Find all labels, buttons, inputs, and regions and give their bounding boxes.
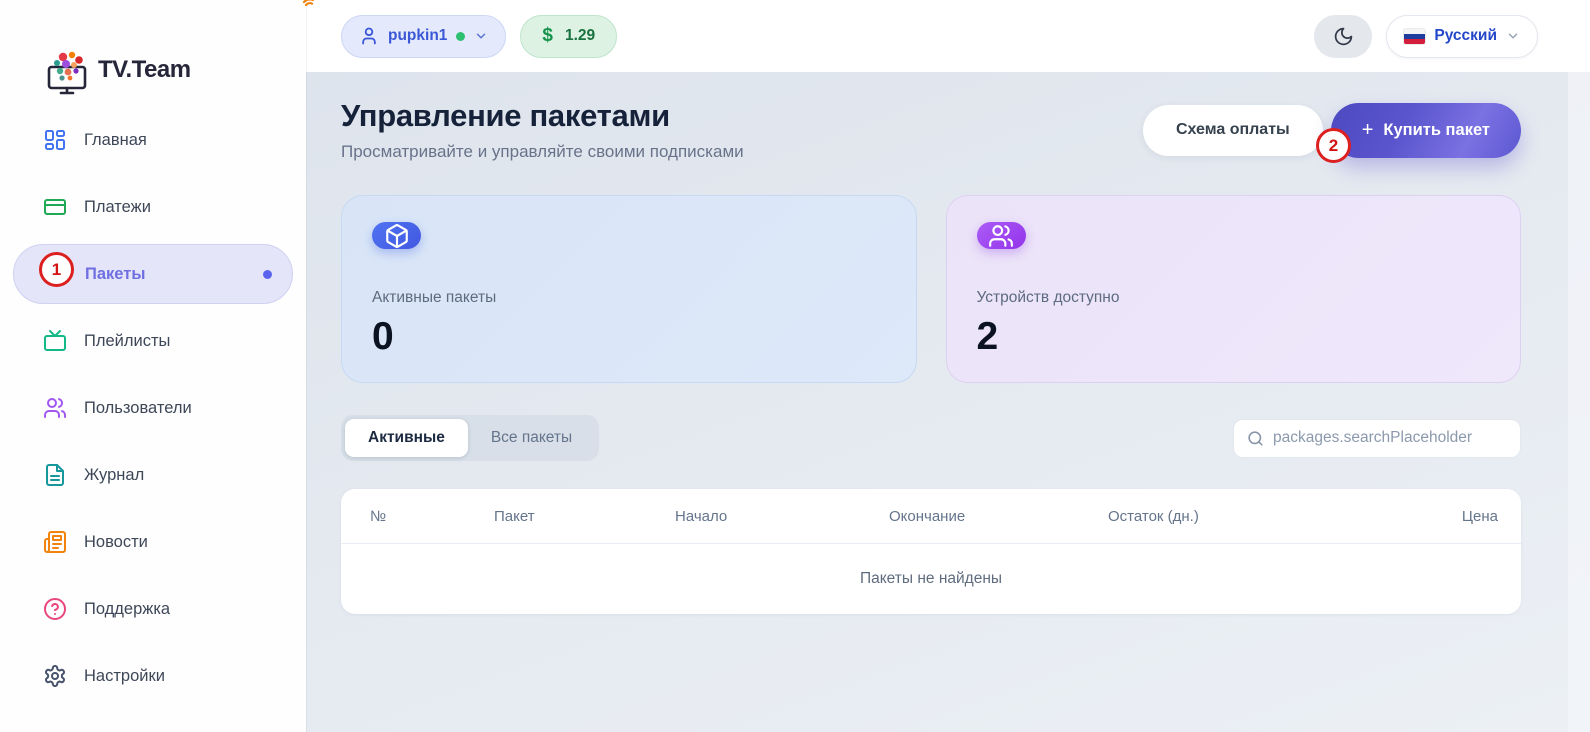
package-search <box>1233 419 1521 458</box>
packages-table: № Пакет Начало Окончание Остаток (дн.) Ц… <box>341 489 1521 614</box>
language-selector[interactable]: Русский <box>1386 15 1538 58</box>
plus-icon: + <box>1362 120 1374 140</box>
stat-value: 2 <box>977 317 1491 356</box>
flag-russia-icon <box>1404 29 1425 44</box>
online-status-dot <box>456 32 465 41</box>
active-indicator-dot <box>263 270 272 279</box>
sidebar-item-label: Платежи <box>84 198 151 217</box>
balance-value: 1.29 <box>565 27 595 45</box>
sidebar-item-label: Настройки <box>84 667 165 686</box>
page-subtitle: Просматривайте и управляйте своими подпи… <box>341 142 744 162</box>
brand-name: TV.Team <box>98 58 191 96</box>
stat-icon-tile <box>977 222 1026 249</box>
buy-package-button[interactable]: + Купить пакет <box>1331 103 1521 158</box>
username: pupkin1 <box>388 27 447 45</box>
stat-icon-tile <box>372 222 421 249</box>
newspaper-icon <box>43 530 67 554</box>
column-header-number: № <box>370 508 494 525</box>
tv-team-logo-icon <box>46 50 96 96</box>
credit-card-icon <box>43 195 67 219</box>
sidebar-item-label: Поддержка <box>84 600 170 619</box>
dashboard-icon <box>43 128 67 152</box>
sidebar-item-support[interactable]: Поддержка <box>13 579 293 639</box>
main-area: pupkin1 $ 1.29 Русский Управление пак <box>306 0 1590 732</box>
sidebar-item-label: Журнал <box>84 466 144 485</box>
sidebar: TV.Team Главная Платежи Пакеты Плейлисты <box>0 0 306 732</box>
table-header-row: № Пакет Начало Окончание Остаток (дн.) Ц… <box>341 489 1521 544</box>
sidebar-item-settings[interactable]: Настройки <box>13 646 293 706</box>
search-input[interactable] <box>1273 429 1507 447</box>
balance-badge[interactable]: $ 1.29 <box>520 15 617 58</box>
sidebar-item-playlists[interactable]: Плейлисты <box>13 311 293 371</box>
stat-label: Активные пакеты <box>372 289 886 307</box>
stat-label: Устройств доступно <box>977 289 1491 307</box>
empty-state-message: Пакеты не найдены <box>341 544 1521 614</box>
stat-cards: Активные пакеты 0 Устройств доступно 2 <box>341 195 1521 383</box>
help-circle-icon <box>43 597 67 621</box>
sidebar-item-payments[interactable]: Платежи <box>13 177 293 237</box>
sidebar-item-label: Новости <box>84 533 148 552</box>
package-icon <box>384 223 410 249</box>
stat-card-active-packages: Активные пакеты 0 <box>341 195 917 383</box>
annotation-marker-1: 1 <box>39 252 74 287</box>
stat-value: 0 <box>372 317 886 356</box>
gear-icon <box>43 664 67 688</box>
user-icon <box>359 26 379 46</box>
package-tabs: Активные Все пакеты <box>341 415 599 461</box>
column-header-end: Окончание <box>889 508 1108 525</box>
sidebar-item-news[interactable]: Новости <box>13 512 293 572</box>
page-content: Управление пакетами Просматривайте и упр… <box>306 72 1590 732</box>
dollar-icon: $ <box>542 25 553 47</box>
column-header-start: Начало <box>675 508 889 525</box>
user-menu[interactable]: pupkin1 <box>341 15 506 58</box>
chevron-down-icon <box>474 29 488 43</box>
language-label: Русский <box>1434 27 1497 45</box>
sidebar-item-label: Плейлисты <box>84 332 170 351</box>
column-header-days-left: Остаток (дн.) <box>1108 508 1462 525</box>
sidebar-item-label: Пакеты <box>85 265 145 284</box>
wifi-arc-icon <box>302 0 318 7</box>
search-icon <box>1247 430 1264 447</box>
sidebar-item-users[interactable]: Пользователи <box>13 378 293 438</box>
moon-icon <box>1333 26 1354 47</box>
page-title: Управление пакетами <box>341 98 744 134</box>
list-controls: Активные Все пакеты <box>341 415 1521 461</box>
dark-mode-toggle[interactable] <box>1314 15 1372 58</box>
payment-scheme-button[interactable]: Схема оплаты <box>1143 105 1323 156</box>
brand-logo: TV.Team <box>0 0 306 96</box>
sidebar-item-journal[interactable]: Журнал <box>13 445 293 505</box>
topbar: pupkin1 $ 1.29 Русский <box>306 0 1590 72</box>
sidebar-item-home[interactable]: Главная <box>13 110 293 170</box>
users-icon <box>43 396 67 420</box>
page-title-block: Управление пакетами Просматривайте и упр… <box>341 98 744 162</box>
sidebar-item-label: Пользователи <box>84 399 192 418</box>
annotation-marker-2: 2 <box>1316 128 1351 163</box>
column-header-package: Пакет <box>494 508 675 525</box>
sidebar-item-label: Главная <box>84 131 147 150</box>
column-header-price: Цена <box>1462 508 1498 525</box>
scrollbar-gutter[interactable] <box>1568 72 1590 732</box>
tab-all-packages[interactable]: Все пакеты <box>468 419 595 457</box>
buy-package-label: Купить пакет <box>1383 121 1490 140</box>
file-text-icon <box>43 463 67 487</box>
tab-active-packages[interactable]: Активные <box>345 419 468 457</box>
users-icon <box>988 223 1014 249</box>
app-window: TV.Team Главная Платежи Пакеты Плейлисты <box>0 0 1590 732</box>
sidebar-nav: Главная Платежи Пакеты Плейлисты Пользов… <box>0 96 306 706</box>
stat-card-devices-available: Устройств доступно 2 <box>946 195 1522 383</box>
chevron-down-icon <box>1506 29 1520 43</box>
tv-icon <box>43 329 67 353</box>
